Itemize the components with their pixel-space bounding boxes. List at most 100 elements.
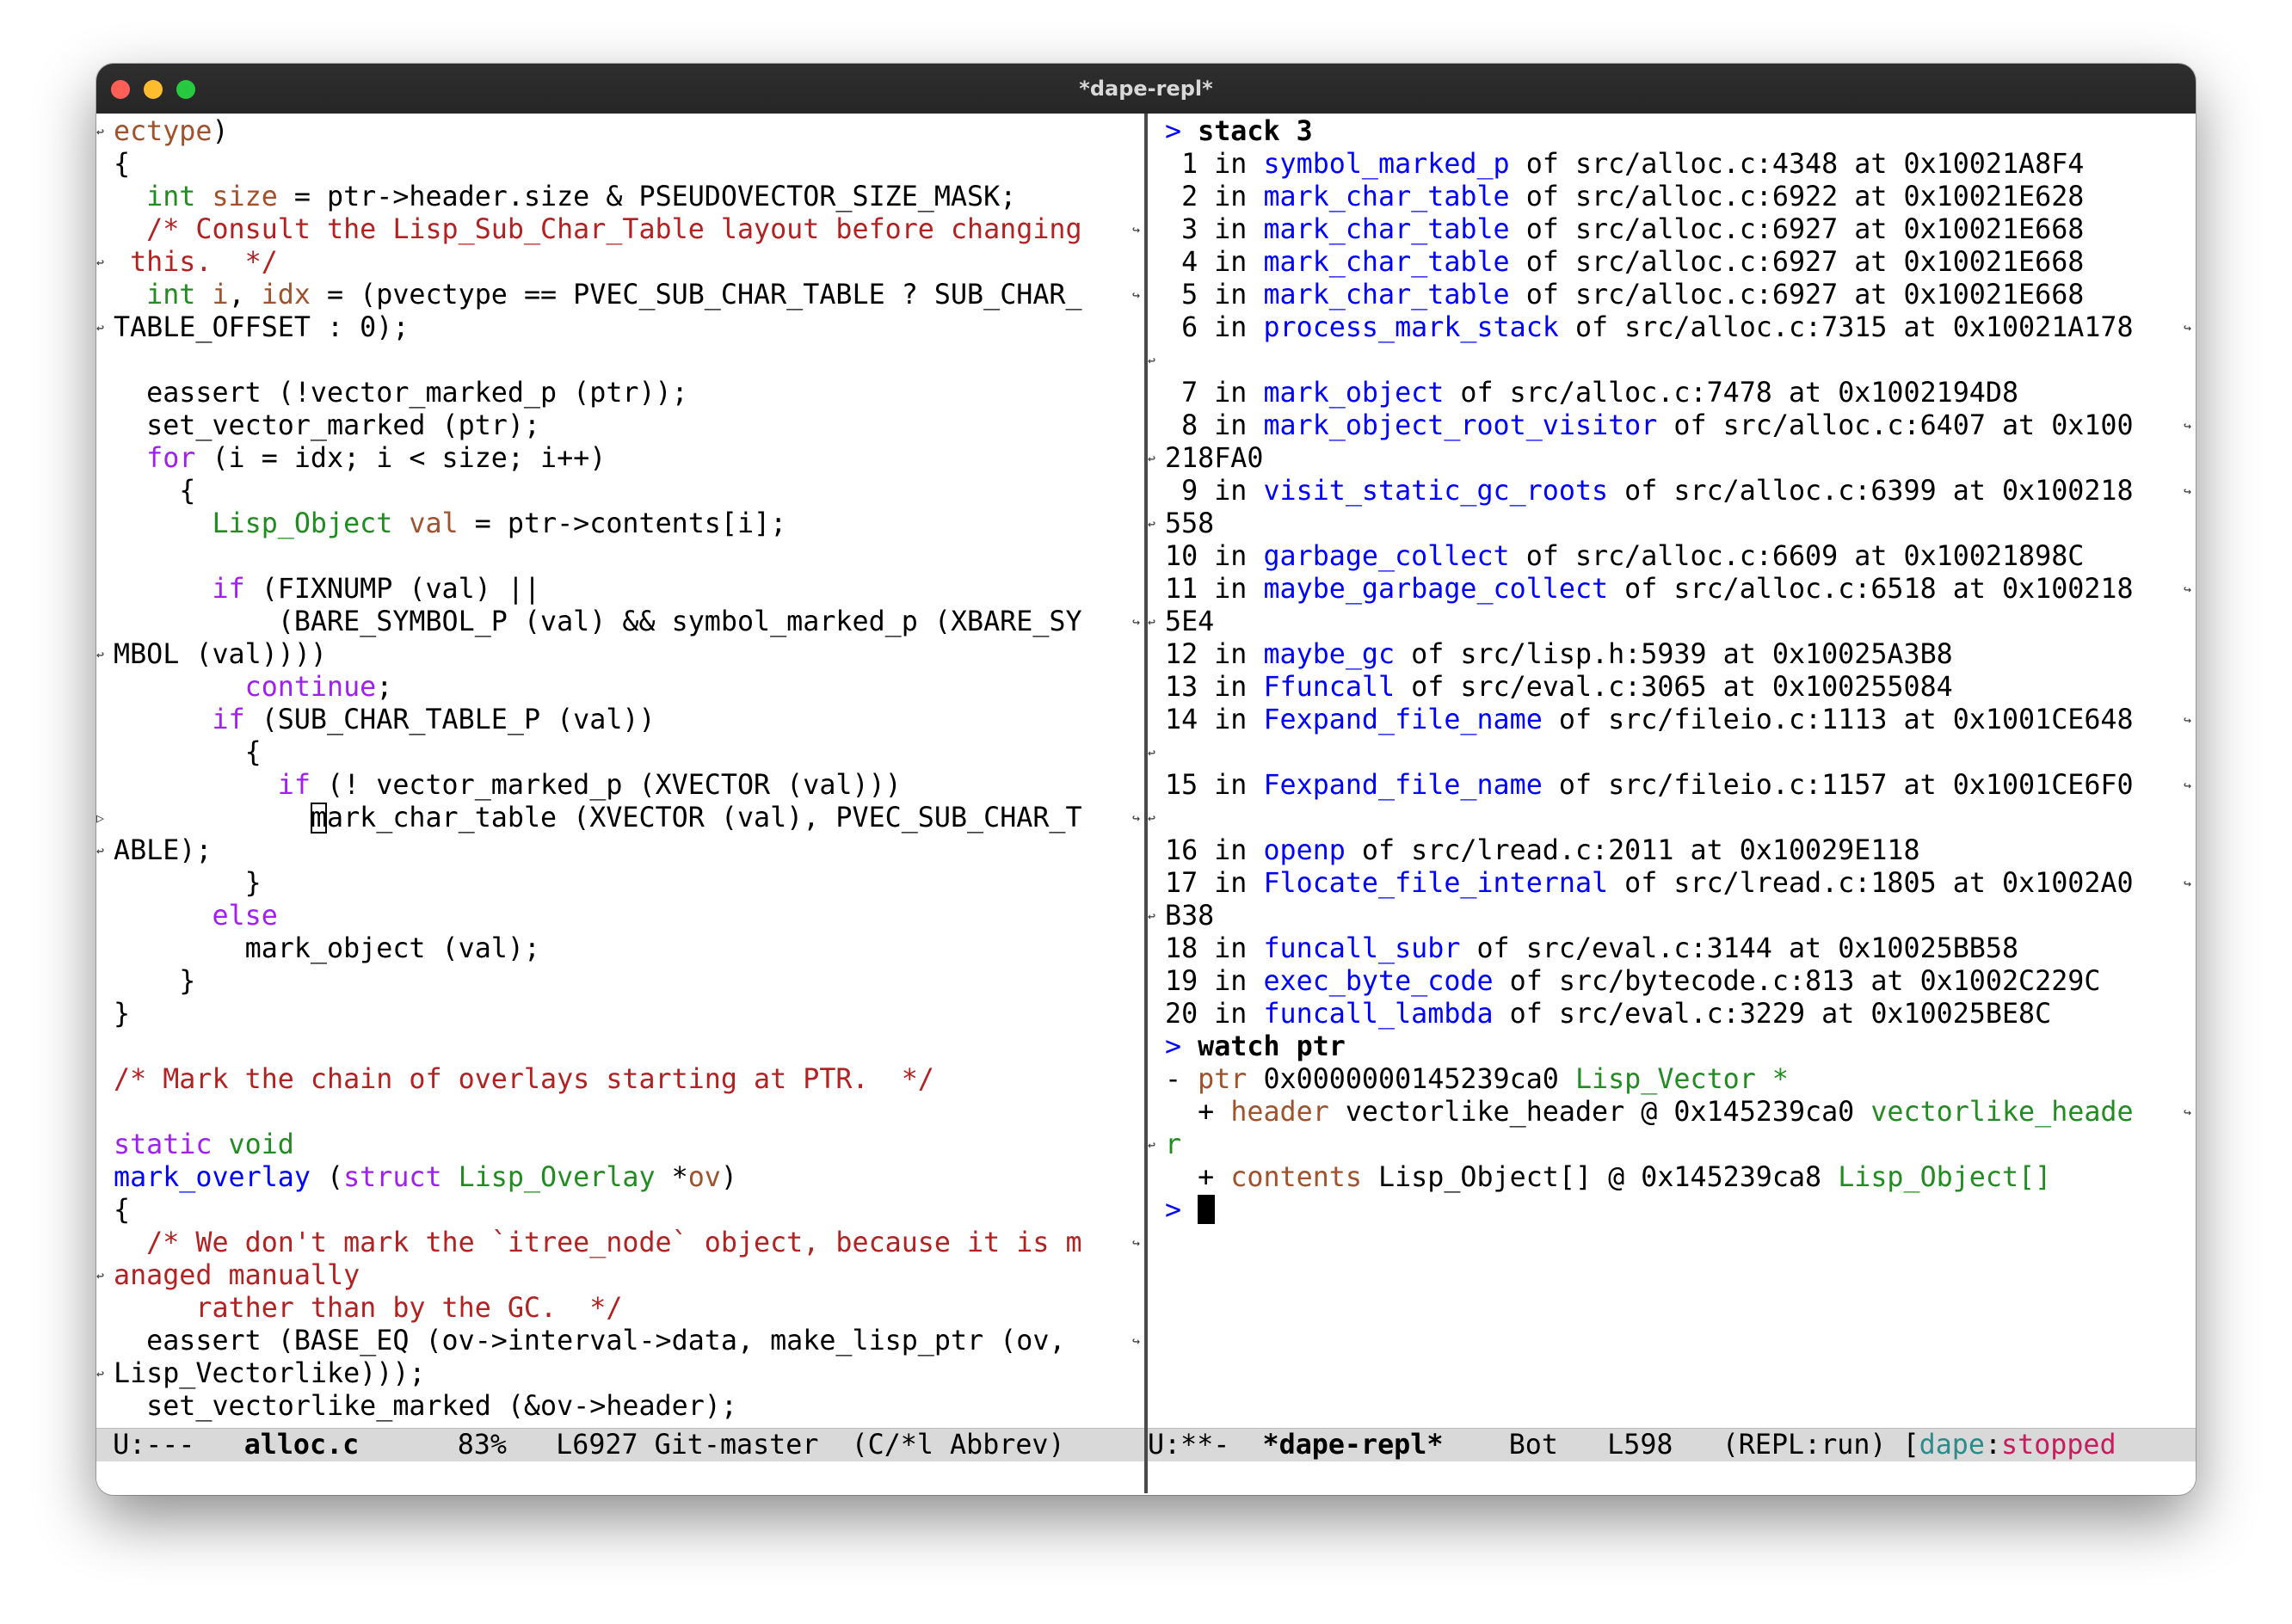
repl-line[interactable]: > watch ptr bbox=[1148, 1030, 2196, 1063]
code-line[interactable]: /* Mark the chain of overlays starting a… bbox=[96, 1063, 1144, 1096]
code-line[interactable]: { bbox=[96, 148, 1144, 181]
mode-line-right[interactable]: U:**- *dape-repl* Bot L598 (REPL:run) [d… bbox=[1148, 1428, 2196, 1461]
repl-line[interactable]: 10 in garbage_collect of src/alloc.c:660… bbox=[1148, 540, 2196, 573]
repl-line[interactable]: 9 in visit_static_gc_roots of src/alloc.… bbox=[1148, 475, 2196, 508]
code-line[interactable]: mark_object (val); bbox=[96, 932, 1144, 965]
code-text: for bbox=[146, 443, 196, 474]
code-line[interactable]: (BARE_SYMBOL_P (val) && symbol_marked_p … bbox=[96, 606, 1144, 638]
repl-output[interactable]: > stack 3 1 in symbol_marked_p of src/al… bbox=[1148, 115, 2196, 1227]
code-line[interactable]: } bbox=[96, 867, 1144, 900]
code-text: if bbox=[212, 704, 245, 735]
source-editor-pane[interactable]: ↩ ectype) { int size = ptr->header.size & … bbox=[96, 114, 1144, 1493]
repl-line[interactable]: ↩ r bbox=[1148, 1129, 2196, 1161]
repl-line[interactable]: 4 in mark_char_table of src/alloc.c:6927… bbox=[1148, 246, 2196, 279]
code-line[interactable]: set_vectorlike_marked (&ov->header); bbox=[96, 1390, 1144, 1423]
code-line[interactable]: ↩ TABLE_OFFSET : 0); bbox=[96, 311, 1144, 344]
mode-line-left[interactable]: U:--- alloc.c 83% L6927 Git-master (C/*l… bbox=[96, 1428, 1144, 1461]
code-line[interactable] bbox=[96, 1096, 1144, 1129]
repl-line[interactable]: ↩ 5E4 bbox=[1148, 606, 2196, 638]
code-line[interactable]: eassert (!vector_marked_p (ptr)); bbox=[96, 377, 1144, 409]
code-line[interactable]: eassert (BASE_EQ (ov->interval->data, ma… bbox=[96, 1325, 1144, 1357]
code-line[interactable] bbox=[96, 344, 1144, 377]
code-line[interactable]: /* We don't mark the `itree_node` object… bbox=[96, 1227, 1144, 1259]
code-line[interactable]: else bbox=[96, 900, 1144, 932]
repl-line[interactable]: 13 in Ffuncall of src/eval.c:3065 at 0x1… bbox=[1148, 671, 2196, 704]
code-line[interactable]: { bbox=[96, 475, 1144, 508]
repl-line[interactable]: 8 in mark_object_root_visitor of src/all… bbox=[1148, 409, 2196, 442]
code-line[interactable]: continue; bbox=[96, 671, 1144, 704]
code-line[interactable]: for (i = idx; i < size; i++) bbox=[96, 442, 1144, 475]
code-line[interactable]: } bbox=[96, 998, 1144, 1030]
repl-line[interactable]: 14 in Fexpand_file_name of src/fileio.c:… bbox=[1148, 704, 2196, 736]
continuation-indicator: ↪ bbox=[2184, 418, 2192, 434]
continuation-indicator: ↪ bbox=[2184, 876, 2192, 891]
repl-line[interactable]: 7 in mark_object of src/alloc.c:7478 at … bbox=[1148, 377, 2196, 409]
repl-line[interactable]: 18 in funcall_subr of src/eval.c:3144 at… bbox=[1148, 932, 2196, 965]
code-line[interactable]: if (! vector_marked_p (XVECTOR (val))) bbox=[96, 769, 1144, 802]
code-line[interactable]: { bbox=[96, 736, 1144, 769]
repl-line[interactable]: 11 in maybe_garbage_collect of src/alloc… bbox=[1148, 573, 2196, 606]
repl-line[interactable]: 12 in maybe_gc of src/lisp.h:5939 at 0x1… bbox=[1148, 638, 2196, 671]
repl-line[interactable]: ↩ bbox=[1148, 802, 2196, 834]
mode-line-buffer-name[interactable]: *dape-repl* bbox=[1263, 1430, 1444, 1461]
function-name: maybe_garbage_collect bbox=[1263, 574, 1609, 605]
repl-line[interactable]: 16 in openp of src/lread.c:2011 at 0x100… bbox=[1148, 834, 2196, 867]
code-line[interactable]: ▷ mark_char_table (XVECTOR (val), PVEC_S… bbox=[96, 802, 1144, 834]
repl-line[interactable]: 3 in mark_char_table of src/alloc.c:6927… bbox=[1148, 213, 2196, 246]
code-line[interactable]: /* Consult the Lisp_Sub_Char_Table layou… bbox=[96, 213, 1144, 246]
code-line[interactable]: int size = ptr->header.size & PSEUDOVECT… bbox=[96, 181, 1144, 213]
repl-pane[interactable]: > stack 3 1 in symbol_marked_p of src/al… bbox=[1148, 114, 2196, 1493]
continuation-indicator: ↪ bbox=[2184, 483, 2192, 499]
repl-line[interactable]: 2 in mark_char_table of src/alloc.c:6922… bbox=[1148, 181, 2196, 213]
repl-line[interactable]: > stack 3 bbox=[1148, 115, 2196, 148]
code-line[interactable]: Lisp_Object val = ptr->contents[i]; bbox=[96, 508, 1144, 540]
repl-line[interactable]: 5 in mark_char_table of src/alloc.c:6927… bbox=[1148, 279, 2196, 311]
code-line[interactable]: } bbox=[96, 965, 1144, 998]
code-line[interactable]: ↩ ABLE); bbox=[96, 834, 1144, 867]
code-line[interactable] bbox=[96, 1030, 1144, 1063]
code-line[interactable]: static void bbox=[96, 1129, 1144, 1161]
code-line[interactable]: if (FIXNUMP (val) || bbox=[96, 573, 1144, 606]
repl-cursor[interactable] bbox=[1198, 1195, 1216, 1224]
code-line[interactable]: set_vector_marked (ptr); bbox=[96, 409, 1144, 442]
repl-line[interactable]: + header vectorlike_header @ 0x145239ca0… bbox=[1148, 1096, 2196, 1129]
repl-line[interactable]: - ptr 0x0000000145239ca0 Lisp_Vector * bbox=[1148, 1063, 2196, 1096]
repl-line[interactable]: ↩ 558 bbox=[1148, 508, 2196, 540]
code-line[interactable]: ↩ MBOL (val)))) bbox=[96, 638, 1144, 671]
repl-line[interactable]: ↩ 218FA0 bbox=[1148, 442, 2196, 475]
repl-line[interactable]: 19 in exec_byte_code of src/bytecode.c:8… bbox=[1148, 965, 2196, 998]
code-text: ) bbox=[212, 116, 229, 147]
repl-line[interactable]: ↩ bbox=[1148, 344, 2196, 377]
continuation-indicator: ↪ bbox=[1132, 222, 1141, 237]
repl-line[interactable]: > bbox=[1148, 1194, 2196, 1227]
code-line[interactable]: rather than by the GC. */ bbox=[96, 1292, 1144, 1325]
repl-line[interactable]: 17 in Flocate_file_internal of src/lread… bbox=[1148, 867, 2196, 900]
repl-line[interactable]: 6 in process_mark_stack of src/alloc.c:7… bbox=[1148, 311, 2196, 344]
code-line[interactable] bbox=[96, 540, 1144, 573]
text-cursor: m bbox=[310, 803, 328, 834]
repl-line[interactable]: ↩ bbox=[1148, 736, 2196, 769]
code-line[interactable]: int i, idx = (pvectype == PVEC_SUB_CHAR_… bbox=[96, 279, 1144, 311]
code-text: size bbox=[212, 181, 278, 212]
code-line[interactable]: if (SUB_CHAR_TABLE_P (val)) bbox=[96, 704, 1144, 736]
repl-line[interactable]: 1 in symbol_marked_p of src/alloc.c:4348… bbox=[1148, 148, 2196, 181]
repl-line[interactable]: ↩ B38 bbox=[1148, 900, 2196, 932]
code-line[interactable]: ↩ Lisp_Vectorlike))); bbox=[96, 1357, 1144, 1390]
code-line[interactable]: ↩ ectype) bbox=[96, 115, 1144, 148]
title-bar[interactable]: *dape-repl* bbox=[96, 64, 2196, 114]
code-text: of src/alloc.c:6927 at 0x10021E668 bbox=[1509, 247, 2085, 278]
repl-line[interactable]: + contents Lisp_Object[] @ 0x145239ca8 L… bbox=[1148, 1161, 2196, 1194]
code-line[interactable]: mark_overlay (struct Lisp_Overlay *ov) bbox=[96, 1161, 1144, 1194]
code-line[interactable]: ↩ anaged manually bbox=[96, 1259, 1144, 1292]
repl-line[interactable]: 15 in Fexpand_file_name of src/fileio.c:… bbox=[1148, 769, 2196, 802]
mode-line-buffer-name[interactable]: alloc.c bbox=[244, 1430, 360, 1461]
code-text: of src/alloc.c:6407 at 0x100 bbox=[1657, 410, 2134, 441]
continuation-indicator: ↪ bbox=[2184, 1104, 2192, 1120]
source-code[interactable]: ↩ ectype) { int size = ptr->header.size & … bbox=[96, 115, 1144, 1423]
code-text: rather than by the GC. */ bbox=[114, 1293, 623, 1324]
repl-line[interactable]: 20 in funcall_lambda of src/eval.c:3229 … bbox=[1148, 998, 2196, 1030]
code-line[interactable]: ↩ this. */ bbox=[96, 246, 1144, 279]
code-line[interactable]: { bbox=[96, 1194, 1144, 1227]
dape-label[interactable]: dape bbox=[1919, 1430, 1985, 1461]
dape-state[interactable]: stopped bbox=[2001, 1430, 2116, 1461]
